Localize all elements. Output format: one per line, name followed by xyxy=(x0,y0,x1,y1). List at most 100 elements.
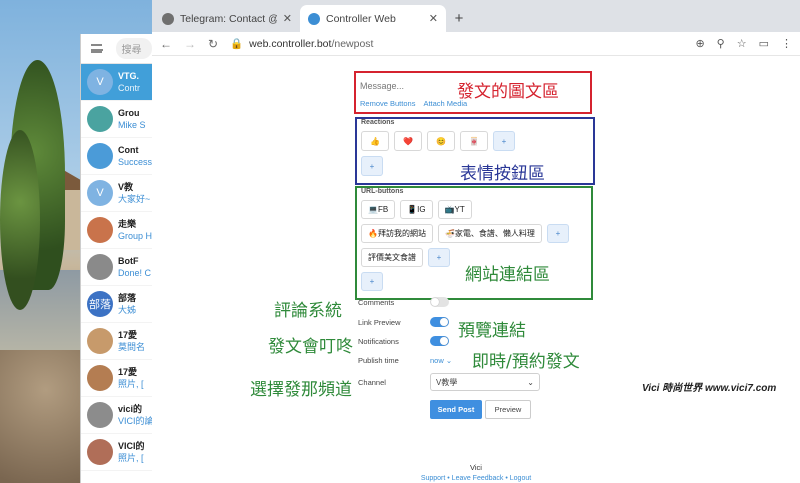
reaction-button[interactable]: 👍 xyxy=(361,131,389,151)
avatar xyxy=(87,254,113,280)
forward-icon[interactable]: → xyxy=(184,37,196,51)
chat-item[interactable]: 17愛 莫問名 xyxy=(81,323,152,360)
annotation-comments: 評論系統 xyxy=(274,301,342,321)
url-button-fb[interactable]: 💻FB xyxy=(361,200,396,219)
add-url-row-button[interactable]: + xyxy=(361,272,383,291)
url-button-yt[interactable]: 📺YT xyxy=(437,200,472,219)
close-tab-icon[interactable]: ✕ xyxy=(283,12,292,25)
chat-text: VTG. Contr xyxy=(118,70,140,94)
add-icon[interactable]: ⊕ xyxy=(695,37,704,50)
chat-preview: Group H xyxy=(118,231,152,241)
comments-toggle[interactable] xyxy=(430,297,449,307)
zoom-icon[interactable]: ⚲ xyxy=(717,37,725,50)
chat-text: BotF Done! C xyxy=(118,255,151,279)
avatar xyxy=(87,143,113,169)
tab-bar: Telegram: Contact @imagebot ✕ Controller… xyxy=(152,0,800,32)
wallpaper-tree xyxy=(0,130,40,310)
send-post-button[interactable]: Send Post xyxy=(430,400,482,419)
comments-row: Comments xyxy=(358,297,449,307)
address-bar[interactable]: 🔒 web.controller.bot/newpost xyxy=(230,37,683,51)
notifications-row: Notifications xyxy=(358,336,449,346)
new-tab-button[interactable]: + xyxy=(446,5,472,32)
cast-icon[interactable]: ▭ xyxy=(759,37,769,50)
chat-preview: 莫問名 xyxy=(118,342,146,352)
add-url-button[interactable]: + xyxy=(546,224,569,243)
tab-label: Telegram: Contact @imagebot xyxy=(180,12,277,25)
chat-item[interactable]: VICI的 照片, [ xyxy=(81,434,152,471)
close-tab-icon[interactable]: ✕ xyxy=(429,12,438,25)
chat-item[interactable]: 17愛照片, [ xyxy=(81,360,152,397)
chat-text: VICI的 照片, [ xyxy=(118,440,145,464)
chat-preview: Mike S xyxy=(118,120,146,130)
publish-time-row: Publish time now ⌄ xyxy=(358,356,452,365)
add-url-button[interactable]: + xyxy=(428,248,450,267)
footer-links[interactable]: Support • Leave Feedback • Logout xyxy=(152,475,800,482)
channel-label: Channel xyxy=(358,377,386,387)
chat-preview: 照片, [ xyxy=(118,453,144,463)
chat-preview: 照片, [ xyxy=(118,379,144,389)
chat-item[interactable]: 部落 部落 大姊 xyxy=(81,286,152,323)
new-post-page: Message... Remove Buttons Attach Media R… xyxy=(152,57,800,483)
url-button-website[interactable]: 🔥拜訪我的網站 xyxy=(361,224,433,243)
url-button-review[interactable]: 評價美文食譜 xyxy=(361,248,423,267)
link-preview-label: Link Preview xyxy=(358,317,401,327)
publish-time-select[interactable]: now ⌄ xyxy=(430,356,452,365)
chat-item[interactable]: 走樂 Group H xyxy=(81,212,152,249)
chat-item[interactable]: Cont Success xyxy=(81,138,152,175)
remove-buttons-link[interactable]: Remove Buttons xyxy=(360,99,415,108)
url-button-recipes[interactable]: 🍜家電、食譜、懶人料理 xyxy=(437,224,542,243)
chat-text: 部落 大姊 xyxy=(118,292,136,316)
chat-list: V VTG. Contr Grou Mike S Cont Success V V教 大家好~ 走樂… xyxy=(81,64,152,471)
chat-item[interactable]: V V教 大家好~ xyxy=(81,175,152,212)
chat-preview: Contr xyxy=(118,83,141,93)
reaction-button[interactable]: ❤️ xyxy=(394,131,422,151)
avatar xyxy=(87,402,113,428)
star-icon[interactable]: ☆ xyxy=(737,37,747,50)
avatar: 部落 xyxy=(87,291,113,317)
menu-icon[interactable] xyxy=(91,44,103,53)
reload-icon[interactable]: ↻ xyxy=(208,37,218,51)
add-reaction-row-button[interactable]: + xyxy=(361,156,383,176)
reactions-title: Reactions xyxy=(361,119,395,126)
chat-item[interactable]: Grou Mike S xyxy=(81,101,152,138)
avatar: V xyxy=(87,69,113,95)
chat-preview: Success xyxy=(118,157,152,167)
reaction-button[interactable]: 😊 xyxy=(427,131,455,151)
tab-controller-web[interactable]: Controller Web ✕ xyxy=(300,5,446,32)
notifications-toggle[interactable] xyxy=(430,336,449,346)
controller-bot-icon xyxy=(308,12,320,25)
tab-label: Controller Web xyxy=(326,12,396,25)
chat-item[interactable]: V VTG. Contr xyxy=(81,64,152,101)
tab-telegram[interactable]: Telegram: Contact @imagebot ✕ xyxy=(154,5,300,32)
watermark: Vici 時尚世界 www.vici7.com xyxy=(642,383,777,394)
annotation-reactions-area: 表情按鈕區 xyxy=(460,164,545,184)
chat-item[interactable]: BotF Done! C xyxy=(81,249,152,286)
chat-name: vici的 xyxy=(118,404,143,414)
chat-text: 走樂 Group H xyxy=(118,218,152,242)
avatar: V xyxy=(87,180,113,206)
channel-row: Channel V教學 ⌄ xyxy=(358,373,540,391)
link-preview-toggle[interactable] xyxy=(430,317,449,327)
channel-select[interactable]: V教學 ⌄ xyxy=(430,373,540,391)
more-icon[interactable]: ⋮ xyxy=(781,37,792,50)
comments-label: Comments xyxy=(358,297,395,307)
telegram-search-input[interactable]: 搜尋 xyxy=(115,38,152,59)
avatar xyxy=(87,217,113,243)
chat-text: Grou Mike S xyxy=(118,107,146,131)
back-icon[interactable]: ← xyxy=(160,37,172,51)
url-buttons-title: URL-buttons xyxy=(361,188,404,195)
url-button-ig[interactable]: 📱IG xyxy=(400,200,433,219)
chat-item[interactable]: vici的 VICI的論 xyxy=(81,397,152,434)
reaction-button[interactable]: 🀄 xyxy=(460,131,488,151)
preview-button[interactable]: Preview xyxy=(485,400,531,419)
annotation-channel: 選擇發那頻道 xyxy=(250,380,352,400)
footer-username: Vici xyxy=(470,463,482,472)
telegram-header: 搜尋 xyxy=(81,34,152,64)
publish-time-label: Publish time xyxy=(358,356,399,365)
avatar xyxy=(87,328,113,354)
chat-name: 17愛 xyxy=(118,367,138,377)
annotation-publish: 即時/預約發文 xyxy=(472,352,580,372)
globe-icon xyxy=(162,12,174,25)
avatar xyxy=(87,106,113,132)
add-reaction-button[interactable]: + xyxy=(493,131,515,151)
